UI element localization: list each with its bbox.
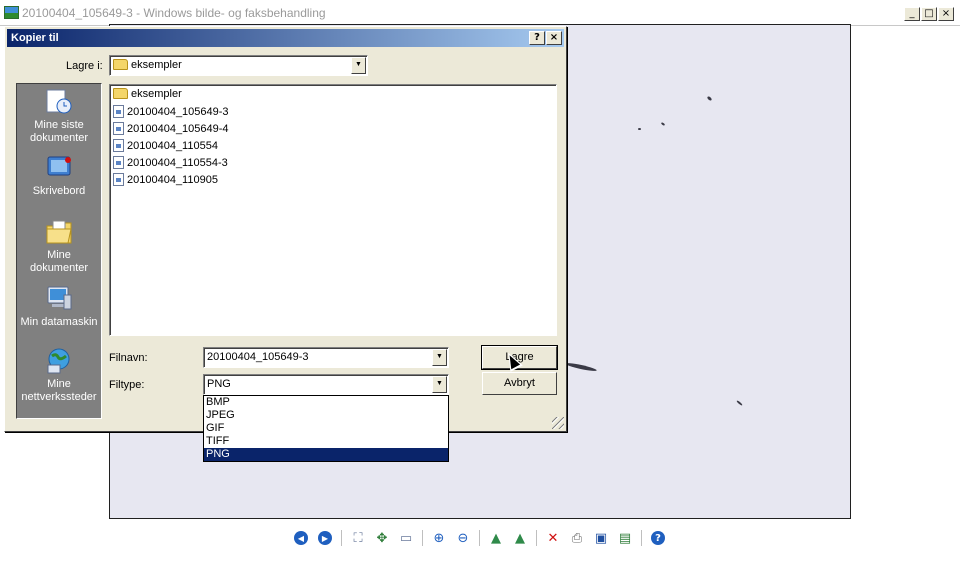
network-places-icon	[44, 347, 74, 375]
file-list[interactable]: eksempler 20100404_105649-3 20100404_105…	[109, 84, 557, 336]
filetype-option[interactable]: BMP	[204, 396, 448, 409]
place-label: Mine siste dokumenter	[29, 119, 89, 144]
bird-shape	[706, 95, 713, 102]
place-network[interactable]: Mine nettverkssteder	[17, 347, 101, 404]
filetype-option-selected[interactable]: PNG	[204, 448, 448, 461]
filetype-label: Filtype:	[109, 379, 145, 391]
app-icon	[4, 6, 19, 19]
bird-shape	[660, 122, 666, 126]
delete-icon[interactable]: ✕	[542, 528, 564, 548]
resize-grip[interactable]	[552, 417, 564, 429]
place-label: Mine dokumenter	[29, 249, 89, 274]
place-my-computer[interactable]: Min datamaskin	[17, 285, 101, 329]
rotate-clockwise-icon[interactable]: ▲	[485, 528, 507, 548]
dialog-title: Kopier til	[11, 32, 59, 44]
filename-value: 20100404_105649-3	[207, 351, 309, 363]
list-item[interactable]: 20100404_110554	[113, 139, 218, 152]
minimize-button[interactable]: _	[904, 7, 920, 21]
print-icon[interactable]: ⎙	[566, 528, 588, 548]
toolbar-divider	[641, 530, 642, 546]
next-image-icon[interactable]: ▶	[314, 528, 336, 548]
filetype-dropdown-list[interactable]: BMP JPEG GIF TIFF PNG	[203, 395, 449, 462]
toolbar-divider	[341, 530, 342, 546]
places-bar: Mine siste dokumenter Skrivebord Mine do…	[16, 83, 102, 419]
my-documents-icon	[44, 218, 74, 246]
list-item[interactable]: 20100404_105649-3	[113, 105, 229, 118]
chevron-down-icon[interactable]: ▼	[351, 57, 366, 74]
filetype-option[interactable]: GIF	[204, 422, 448, 435]
bird-shape	[564, 361, 598, 373]
place-my-documents[interactable]: Mine dokumenter	[17, 218, 101, 275]
recent-documents-icon	[44, 88, 74, 116]
filetype-select[interactable]: PNG ▼	[203, 374, 449, 395]
list-item[interactable]: 20100404_105649-4	[113, 122, 229, 135]
zoom-in-icon[interactable]: ⊕	[428, 528, 450, 548]
list-item[interactable]: 20100404_110905	[113, 173, 218, 186]
place-desktop[interactable]: Skrivebord	[17, 154, 101, 198]
save-in-label: Lagre i:	[66, 60, 103, 72]
place-label: Skrivebord	[32, 185, 86, 197]
dialog-titlebar: Kopier til ? ×	[7, 29, 564, 47]
place-label: Mine nettverkssteder	[21, 378, 97, 403]
chevron-down-icon[interactable]: ▼	[432, 349, 447, 366]
place-recent-documents[interactable]: Mine siste dokumenter	[17, 88, 101, 145]
open-for-editing-icon[interactable]: ▤	[614, 528, 636, 548]
filetype-option[interactable]: JPEG	[204, 409, 448, 422]
list-item[interactable]: 20100404_110554-3	[113, 156, 228, 169]
filename-field[interactable]: 20100404_105649-3 ▼	[203, 347, 449, 368]
viewer-toolbar: ◀ ▶ ⛶ ✥ ▭ ⊕ ⊖ ▲ ▲ ✕ ⎙ ▣ ▤ ?	[290, 528, 669, 548]
image-file-icon	[113, 173, 124, 186]
bird-shape	[638, 128, 641, 130]
previous-image-icon[interactable]: ◀	[290, 528, 312, 548]
toolbar-divider	[479, 530, 480, 546]
save-in-combo[interactable]: eksempler ▼	[109, 55, 368, 76]
filetype-value: PNG	[207, 378, 231, 390]
toolbar-divider	[422, 530, 423, 546]
image-file-icon	[113, 139, 124, 152]
cancel-button[interactable]: Avbryt	[482, 372, 557, 395]
help-icon[interactable]: ?	[647, 528, 669, 548]
filename-label: Filnavn:	[109, 352, 148, 364]
folder-icon	[113, 88, 128, 99]
app-title: 20100404_105649-3 - Windows bilde- og fa…	[22, 6, 326, 20]
zoom-out-icon[interactable]: ⊖	[452, 528, 474, 548]
rotate-counterclockwise-icon[interactable]: ▲	[509, 528, 531, 548]
my-computer-icon	[44, 285, 74, 313]
slideshow-icon[interactable]: ▭	[395, 528, 417, 548]
best-fit-icon[interactable]: ⛶	[347, 528, 369, 548]
copy-to-icon[interactable]: ▣	[590, 528, 612, 548]
copy-to-dialog: Kopier til ? × Lagre i: eksempler ▼ ◀ ⤴ …	[4, 26, 567, 432]
image-file-icon	[113, 105, 124, 118]
close-app-button[interactable]: ×	[938, 7, 954, 21]
filetype-option[interactable]: TIFF	[204, 435, 448, 448]
actual-size-icon[interactable]: ✥	[371, 528, 393, 548]
app-titlebar: 20100404_105649-3 - Windows bilde- og fa…	[0, 0, 960, 26]
image-file-icon	[113, 156, 124, 169]
dialog-help-button[interactable]: ?	[529, 31, 545, 45]
list-item[interactable]: eksempler	[113, 88, 182, 100]
folder-icon	[113, 59, 128, 70]
image-file-icon	[113, 122, 124, 135]
place-label: Min datamaskin	[20, 316, 98, 328]
dialog-close-button[interactable]: ×	[546, 31, 562, 45]
toolbar-divider	[536, 530, 537, 546]
save-in-value: eksempler	[131, 59, 182, 71]
bird-shape	[736, 399, 743, 407]
maximize-button[interactable]: □	[921, 7, 937, 21]
desktop-icon	[44, 154, 74, 182]
chevron-down-icon[interactable]: ▼	[432, 376, 447, 393]
